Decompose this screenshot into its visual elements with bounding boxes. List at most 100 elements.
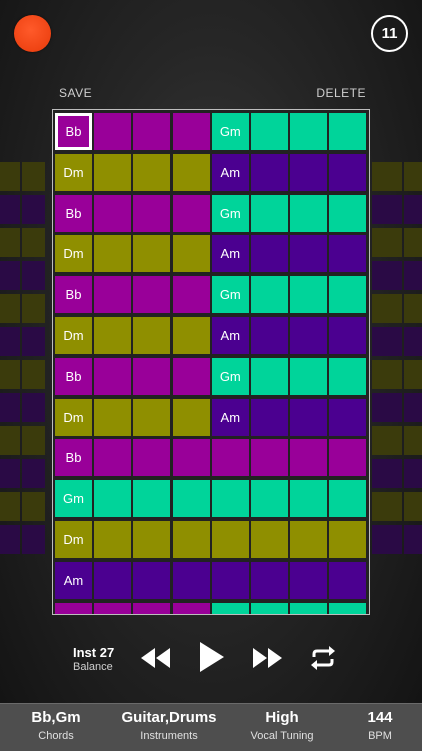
grid-cell[interactable] [94,439,132,477]
grid-cell[interactable] [290,602,328,614]
grid-cell[interactable]: Am [211,398,249,436]
repeat-button[interactable] [309,646,337,670]
grid-cell[interactable]: Gm [211,194,249,232]
grid-cell[interactable] [251,480,288,518]
grid-cell[interactable] [172,317,210,354]
grid-cell[interactable] [290,398,328,436]
grid-cell[interactable] [172,398,210,436]
play-button[interactable] [197,641,225,673]
grid-cell[interactable] [133,194,171,232]
grid-cell[interactable] [172,235,210,273]
grid-cell[interactable] [251,357,288,395]
grid-cell[interactable]: Bb [55,113,92,150]
grid-cell[interactable] [172,521,210,558]
grid-cell[interactable] [329,602,367,614]
grid-cell[interactable] [133,317,171,354]
grid-cell[interactable]: Gm [211,276,249,314]
grid-cell[interactable] [133,357,171,395]
grid-cell[interactable] [329,194,367,232]
grid-cell[interactable] [133,480,171,518]
grid-cell[interactable] [172,276,210,314]
grid-cell[interactable] [172,480,210,518]
grid-cell[interactable] [94,357,132,395]
grid-cell[interactable] [251,113,288,150]
grid-cell[interactable] [290,235,328,273]
grid-cell[interactable] [329,480,367,518]
delete-button[interactable]: DELETE [316,86,366,100]
grid-cell[interactable]: Dm [55,398,92,436]
grid-cell[interactable] [211,439,249,477]
grid-cell[interactable]: Bb [55,276,92,314]
grid-cell[interactable] [172,439,210,477]
grid-cell[interactable] [133,276,171,314]
counter-badge[interactable]: 11 [371,15,408,52]
grid-cell[interactable] [133,235,171,273]
grid-cell[interactable] [172,602,210,614]
grid-cell[interactable] [329,521,367,558]
rewind-button[interactable] [140,646,172,670]
grid-cell[interactable] [94,235,132,273]
grid-cell[interactable] [290,276,328,314]
grid-cell[interactable]: Dm [55,153,92,191]
previous-pattern-preview[interactable] [0,158,45,568]
instruments-stat[interactable]: Guitar,Drums Instruments [111,709,227,742]
grid-cell[interactable] [251,439,288,477]
grid-cell[interactable] [211,521,249,558]
grid-cell[interactable] [133,113,171,150]
next-pattern-preview[interactable] [369,158,422,568]
grid-cell[interactable] [94,276,132,314]
grid-cell[interactable] [329,357,367,395]
grid-cell[interactable]: Bb [55,357,92,395]
grid-cell[interactable]: Am [211,235,249,273]
grid-cell[interactable] [94,480,132,518]
grid-cell[interactable] [329,561,367,599]
grid-cell[interactable] [290,113,328,150]
grid-cell[interactable] [133,521,171,558]
grid-cell[interactable] [251,276,288,314]
grid-cell[interactable] [94,521,132,558]
grid-cell[interactable] [290,357,328,395]
grid-cell[interactable] [211,602,249,614]
grid-cell[interactable] [290,480,328,518]
grid-cell[interactable]: Dm [55,235,92,273]
grid-cell[interactable] [133,561,171,599]
grid-cell[interactable] [329,276,367,314]
grid-cell[interactable] [133,153,171,191]
record-button[interactable] [14,15,51,52]
grid-cell[interactable]: Gm [55,480,92,518]
grid-cell[interactable] [290,317,328,354]
grid-cell[interactable]: Am [211,153,249,191]
grid-cell[interactable] [211,561,249,599]
grid-cell[interactable]: Am [211,317,249,354]
grid-cell[interactable] [329,113,367,150]
grid-cell[interactable] [290,561,328,599]
grid-cell[interactable] [290,439,328,477]
grid-cell[interactable] [172,153,210,191]
grid-cell[interactable] [172,357,210,395]
grid-cell[interactable] [94,153,132,191]
grid-cell[interactable] [133,439,171,477]
grid-cell[interactable] [55,602,92,614]
grid-cell[interactable] [329,439,367,477]
grid-cell[interactable] [251,561,288,599]
grid-cell[interactable]: Dm [55,317,92,354]
save-button[interactable]: SAVE [59,86,92,100]
grid-cell[interactable]: Dm [55,521,92,558]
grid-cell[interactable]: Gm [211,357,249,395]
grid-cell[interactable] [94,398,132,436]
grid-cell[interactable] [172,113,210,150]
grid-cell[interactable]: Am [55,561,92,599]
grid-cell[interactable] [251,521,288,558]
grid-cell[interactable]: Gm [211,113,249,150]
grid-cell[interactable] [251,235,288,273]
grid-cell[interactable] [94,602,132,614]
grid-cell[interactable]: Bb [55,439,92,477]
bpm-stat[interactable]: 144 BPM [356,709,404,742]
grid-cell[interactable] [290,153,328,191]
grid-cell[interactable] [94,317,132,354]
grid-cell[interactable] [94,561,132,599]
grid-cell[interactable] [251,153,288,191]
grid-cell[interactable] [133,398,171,436]
grid-cell[interactable] [329,153,367,191]
grid-cell[interactable] [94,113,132,150]
